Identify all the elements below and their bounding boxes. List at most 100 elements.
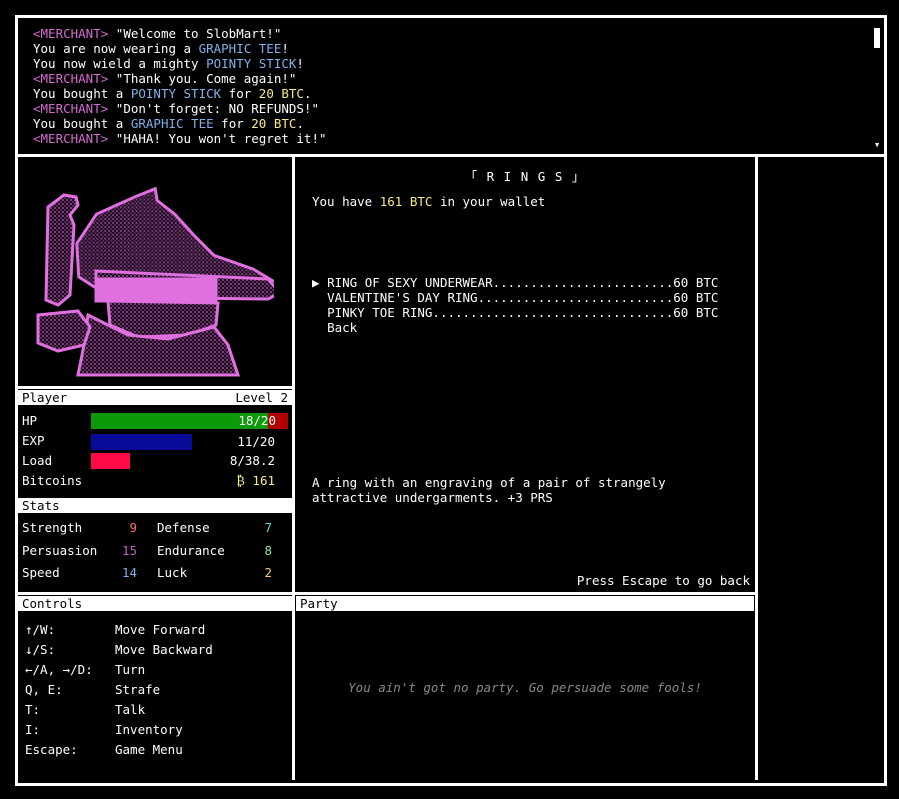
party-empty-text: You ain't got no party. Go persuade some… [348, 680, 702, 695]
log-text: "Thank you. Come again!" [108, 71, 297, 86]
log-line: You bought a POINTY STICK for 20 BTC. [33, 86, 863, 101]
log-text: . [303, 86, 312, 101]
log-merchant-text: <MERCHANT> [33, 131, 109, 146]
load-value: 8/38.2 [229, 453, 275, 468]
exp-bar-track: 11/20 [91, 434, 275, 450]
load-label: Load [22, 453, 53, 468]
control-key: Escape: [25, 742, 78, 757]
stat-strength-value: 9 [129, 520, 137, 535]
control-key: Q, E: [25, 682, 63, 697]
bitcoins-value: ₿ 161 [236, 473, 275, 488]
shop-item-label: RING OF SEXY UNDERWEAR..................… [327, 275, 719, 290]
control-action: Move Forward [115, 622, 206, 637]
log-text: You bought a [33, 116, 131, 131]
shop-item[interactable]: Back [312, 320, 357, 335]
log-line: <MERCHANT> "HAHA! You won't regret it!" [33, 131, 863, 146]
cursor-spacer [312, 320, 327, 335]
cursor-spacer [312, 290, 327, 305]
log-merchant-text: <MERCHANT> [33, 71, 109, 86]
log-text: . [296, 116, 304, 131]
wallet-post: in your wallet [432, 194, 546, 209]
stat-endurance-value: 8 [264, 542, 272, 558]
escape-hint: Press Escape to go back [576, 573, 750, 588]
shop-item-label: PINKY TOE RING..........................… [327, 305, 719, 320]
log-scrollbar[interactable]: ▼ [874, 24, 882, 149]
log-text: ! [296, 56, 304, 71]
item-description-line2: attractive undergarments. +3 PRS [312, 490, 553, 505]
control-key: I: [25, 722, 41, 737]
log-merchant-text: <MERCHANT> [33, 26, 109, 41]
log-line: <MERCHANT> "Welcome to SlobMart!" [33, 26, 863, 41]
log-text: You now wield a mighty [33, 56, 207, 71]
log-line: You now wield a mighty POINTY STICK! [33, 56, 863, 71]
exp-label: EXP [22, 433, 45, 448]
left-divider [292, 157, 295, 780]
stat-speed-label: Speed [22, 565, 60, 580]
log-item-text: GRAPHIC TEE [198, 41, 282, 56]
log-item-text: GRAPHIC TEE [130, 116, 214, 131]
control-key: ↑/W: [25, 622, 56, 637]
wallet-line: You have 161 BTC in your wallet [312, 194, 545, 209]
hp-bar-track: 18/20 [91, 413, 288, 429]
stat-luck-value: 2 [264, 565, 272, 580]
control-key: ←/A, →/D: [25, 662, 93, 677]
stat-endurance-label: Endurance [157, 542, 225, 558]
hp-label: HP [22, 413, 38, 428]
right-divider [755, 157, 758, 780]
log-text: for [213, 116, 252, 131]
log-item-text: POINTY STICK [130, 86, 222, 101]
stat-strength-label: Strength [22, 520, 83, 535]
control-action: Talk [115, 702, 146, 717]
control-action: Turn [115, 662, 146, 677]
shop-item-label: Back [327, 320, 358, 335]
stat-speed-value: 14 [121, 565, 137, 580]
wallet-pre: You have [312, 194, 380, 209]
portrait-divider [18, 386, 292, 389]
player-header-label: Player [22, 390, 68, 405]
log-merchant-text: <MERCHANT> [33, 101, 109, 116]
control-action: Strafe [115, 682, 161, 697]
load-bar-fill [91, 453, 130, 469]
message-log[interactable]: <MERCHANT> "Welcome to SlobMart!" You are… [33, 26, 863, 154]
log-line: <MERCHANT> "Thank you. Come again!" [33, 71, 863, 86]
shop-item[interactable]: ▶ RING OF SEXY UNDERWEAR................… [312, 275, 718, 290]
cursor-spacer [312, 305, 327, 320]
bitcoins-label: Bitcoins [22, 473, 83, 488]
controls-header: Controls [18, 596, 292, 611]
log-line: You bought a GRAPHIC TEE for 20 BTC. [33, 116, 863, 131]
party-header: Party [296, 596, 754, 611]
log-text: "Welcome to SlobMart!" [108, 26, 282, 41]
scrollbar-thumb[interactable] [874, 28, 880, 48]
log-text: "Don't forget: NO REFUNDS!" [108, 101, 319, 116]
stat-persuasion-label: Persuasion [22, 542, 98, 558]
stat-defense-value: 7 [264, 520, 272, 535]
control-action: Game Menu [115, 742, 183, 757]
log-money-text: 20 BTC [251, 116, 297, 131]
exp-bar-fill [91, 434, 193, 450]
log-text: ! [281, 41, 289, 56]
load-bar-track: 8/38.2 [91, 453, 275, 469]
merchant-portrait [18, 175, 283, 381]
shop-title: 「 R I N G S 」 [464, 169, 586, 184]
player-header: Player Level 2 [18, 390, 292, 405]
control-key: T: [25, 702, 41, 717]
control-action: Move Backward [115, 642, 213, 657]
shop-item-label: VALENTINE'S DAY RING....................… [327, 290, 719, 305]
log-text: You bought a [33, 86, 131, 101]
merchant-portrait-art [36, 186, 283, 377]
log-line: You are now wearing a GRAPHIC TEE! [33, 41, 863, 56]
item-description-line1: A ring with an engraving of a pair of st… [312, 475, 666, 490]
stat-luck-label: Luck [157, 565, 188, 580]
bottom-divider [18, 592, 755, 595]
exp-value: 11/20 [237, 434, 275, 449]
scroll-down-arrow-icon[interactable]: ▼ [875, 142, 879, 149]
log-text: for [221, 86, 259, 101]
stats-header: Stats [18, 498, 292, 513]
shop-item[interactable]: PINKY TOE RING..........................… [312, 305, 718, 320]
control-action: Inventory [115, 722, 183, 737]
shop-item[interactable]: VALENTINE'S DAY RING....................… [312, 290, 718, 305]
log-text: "HAHA! You won't regret it!" [108, 131, 327, 146]
log-text: You are now wearing a [33, 41, 199, 56]
stat-defense-label: Defense [157, 520, 210, 535]
log-money-text: 20 BTC [258, 86, 304, 101]
